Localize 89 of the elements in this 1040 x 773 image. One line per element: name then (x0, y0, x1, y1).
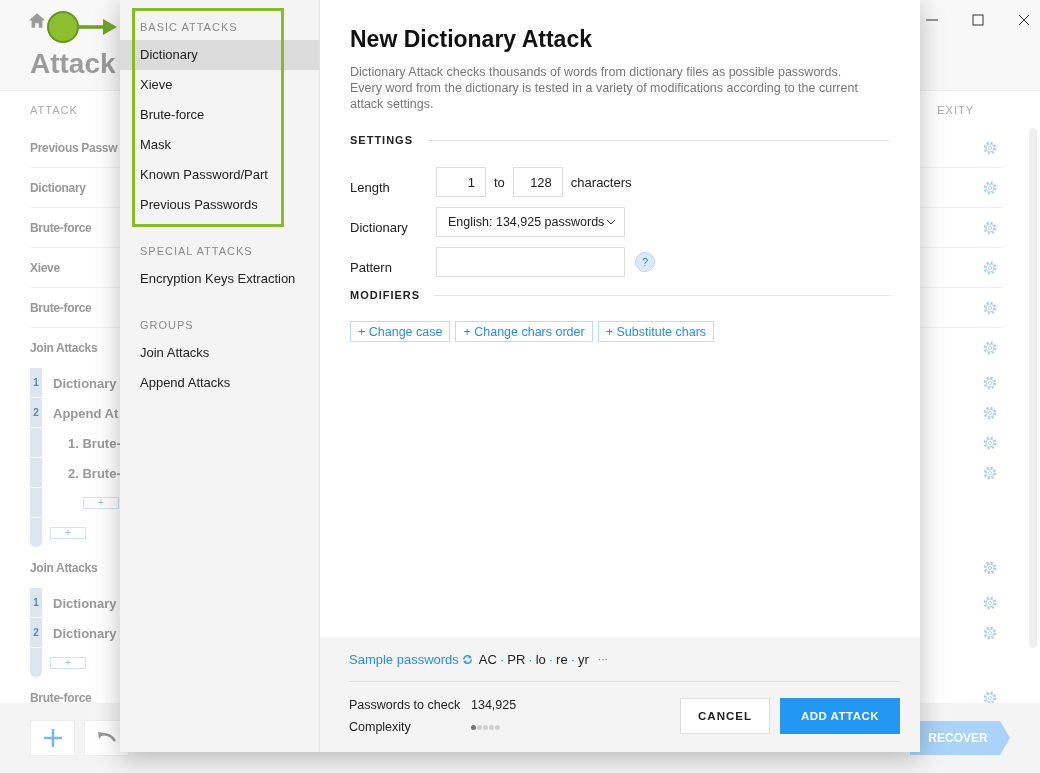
attack-type-item[interactable]: Join Attacks (120, 338, 319, 368)
description: Dictionary Attack checks thousands of words from dictionary files as possible passwords. Every word from the dictionary is tested in a variety of modifications according to the current attack settings. (350, 64, 859, 112)
settings-icon[interactable] (982, 219, 998, 236)
stat-label: Passwords to check (349, 698, 462, 712)
field-label: Length (350, 178, 391, 195)
settings-icon[interactable] (982, 259, 998, 276)
close-icon[interactable] (1018, 14, 1030, 26)
step-number: 1 (30, 588, 42, 618)
pointer-drawing (47, 9, 119, 45)
attack-name: Brute-force (30, 300, 92, 315)
input-field[interactable]: 128 (512, 167, 563, 197)
add-button[interactable] (30, 720, 75, 756)
attack-type-item[interactable]: Xieve (120, 70, 319, 100)
column-header: EXITY (937, 104, 974, 118)
settings-icon[interactable] (982, 560, 998, 576)
refresh-icon[interactable] (461, 653, 473, 665)
group-bar-segment (30, 518, 42, 548)
plus-icon (42, 728, 63, 748)
sample-password: lo (535, 651, 546, 667)
separator-dot: · (570, 651, 575, 667)
settings-icon[interactable] (982, 139, 998, 156)
attack-name: Dictionary (53, 625, 117, 641)
page-title: Attack (29, 47, 116, 80)
section-heading: MODIFIERS (350, 289, 421, 301)
attack-type-item[interactable]: Encryption Keys Extraction (120, 264, 319, 294)
settings-icon[interactable] (982, 435, 998, 451)
sample-password: yr (578, 651, 589, 667)
stat-label: Complexity (349, 720, 412, 734)
attack-type-item[interactable]: Previous Passwords (120, 190, 319, 220)
maximize-icon[interactable] (972, 14, 984, 26)
separator-dot: · (548, 651, 554, 667)
step-number: 2 (30, 398, 42, 428)
sample-password: AC (478, 651, 497, 667)
group-name: Join Attacks (30, 561, 98, 575)
attack-name: 2. Brute- (68, 465, 121, 481)
attack-name: Brute-force (30, 220, 92, 235)
input-field[interactable]: 1 (436, 167, 486, 197)
stat-value: 134,925 (471, 698, 517, 712)
settings-icon[interactable] (982, 595, 998, 611)
group-bar-segment (30, 428, 42, 458)
attack-type-item[interactable]: Dictionary (120, 40, 319, 70)
chevron-icon (606, 219, 617, 225)
field-label: Dictionary (350, 218, 409, 235)
settings-icon[interactable] (982, 375, 998, 391)
attack-type-item[interactable]: Mask (120, 130, 319, 160)
attack-name: Xieve (30, 260, 60, 275)
sample-password: PR (507, 651, 526, 667)
section-heading: BASIC ATTACKS (139, 20, 239, 35)
sample-password: re (556, 651, 568, 667)
attack-name: Dictionary (30, 180, 86, 195)
attack-name: 1. Brute- (68, 435, 121, 451)
dictionary-dropdown[interactable]: English: 134,925 passwords (436, 207, 625, 237)
group-bar-segment (30, 648, 42, 678)
modifier-button[interactable]: + Change chars order (455, 321, 593, 342)
separator-dot: · (528, 651, 533, 667)
home-icon[interactable] (28, 11, 46, 29)
settings-icon[interactable] (982, 340, 998, 356)
attack-type-item[interactable]: Append Attacks (120, 368, 319, 398)
attack-name: Previous Passw (30, 140, 118, 155)
attack-type-item[interactable]: Known Password/Part (120, 160, 319, 190)
modifier-button[interactable]: + Substitute chars (597, 321, 715, 342)
settings-icon[interactable] (982, 299, 998, 316)
group-bar-segment (30, 458, 42, 488)
cancel-button[interactable]: CANCEL (680, 698, 770, 734)
attack-name: Brute-force (30, 690, 92, 703)
settings-icon[interactable] (982, 405, 998, 421)
settings-icon[interactable] (982, 689, 998, 703)
section-heading: SPECIAL ATTACKS (139, 244, 254, 259)
field-label: Pattern (350, 258, 393, 275)
field-label: to (494, 174, 505, 190)
field-label: characters (570, 174, 632, 190)
step-number: 2 (30, 618, 42, 648)
dialog-title: New Dictionary Attack (350, 26, 593, 53)
separator-dot: · (499, 651, 505, 667)
settings-icon[interactable] (982, 179, 998, 196)
attack-name: Dictionary (53, 375, 117, 391)
pattern-field[interactable] (436, 247, 625, 277)
section-heading: SETTINGS (350, 134, 413, 146)
section-heading: GROUPS (139, 318, 195, 333)
step-number: 1 (30, 368, 42, 398)
attack-type-item[interactable]: Brute-force (120, 100, 319, 130)
group-name: Join Attacks (30, 341, 98, 355)
group-bar-segment (30, 488, 42, 518)
settings-icon[interactable] (982, 465, 998, 481)
settings-icon[interactable] (982, 625, 998, 641)
attack-name: Dictionary (53, 595, 117, 611)
column-header: ATTACK (30, 104, 78, 118)
modifier-button[interactable]: + Change case (350, 321, 451, 342)
attack-name: Append At (53, 405, 119, 421)
